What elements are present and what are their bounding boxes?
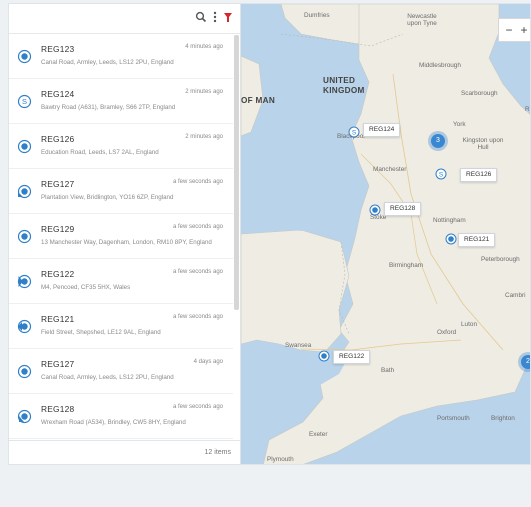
vehicle-list-item[interactable]: S REG124 2 minutes ago Bawtry Road (A631), … [9,80,233,124]
last-update-time: 4 days ago [193,359,223,365]
place-york: York [453,121,466,128]
marker-reg126-icon[interactable]: S [435,168,447,180]
place-swansea: Swansea [285,342,312,349]
search-icon[interactable] [194,10,208,26]
vehicle-registration: REG129 [41,224,75,234]
vehicle-address: Plantation View, Bridlington, YO16 6ZP, … [41,194,174,201]
vehicle-status-icon [17,274,32,289]
place-newcastle: Newcastle upon Tyne [407,13,437,27]
vehicle-list-item[interactable]: REG127 4 days ago Canal Road, Armley, Leed… [9,350,233,394]
marker-reg122-label[interactable]: REG122 [333,350,371,364]
marker-reg128-label[interactable]: REG128 [384,202,422,216]
vehicle-address: Bawtry Road (A631), Bramley, S66 2TP, En… [41,104,176,111]
place-edge-label: Rk [525,106,530,113]
vehicle-registration: REG128 [41,404,75,414]
marker-reg128-icon[interactable] [369,204,381,216]
map-view[interactable]: Dumfries Newcastle upon Tyne Middlesbrou… [241,4,530,464]
app-window: REG123 4 minutes ago Canal Road, Armley, L… [0,0,531,507]
place-birmingham: Birmingham [389,262,424,269]
marker-reg124-label[interactable]: REG124 [363,123,401,137]
marker-reg122-icon[interactable] [318,350,330,362]
vehicle-sidebar: REG123 4 minutes ago Canal Road, Armley, L… [9,4,241,464]
vehicle-status-icon [17,364,32,379]
vehicle-status-icon [17,409,32,424]
svg-text:S: S [439,171,444,178]
vehicle-list-item[interactable]: REG123 4 minutes ago Canal Road, Armley, L… [9,35,233,79]
last-update-time: a few seconds ago [172,179,223,185]
place-bath: Bath [381,367,395,374]
zoom-out-button[interactable]: − [502,22,516,38]
vehicle-status-icon [17,229,32,244]
list-scrollbar[interactable] [234,35,239,310]
place-oxford: Oxford [437,329,457,336]
vehicle-registration: REG127 [41,179,75,189]
country-isle-of-man: OF MAN [241,96,276,105]
place-kingston: Kingston upon Hull [462,137,504,151]
vehicle-list-item[interactable]: REG127 a few seconds ago Plantation View, … [9,170,233,214]
vehicle-registration: REG124 [41,89,75,99]
vehicle-list-item[interactable]: REG128 a few seconds ago Wrexham Road (A53… [9,395,233,439]
vehicle-address: Field Street, Shepshed, LE12 9AL, Englan… [41,329,161,336]
place-cambridge: Cambri [505,292,526,299]
vehicle-registration: REG123 [41,44,75,54]
place-portsmouth: Portsmouth [437,415,470,422]
last-update-time: a few seconds ago [172,314,223,320]
country-uk: UNITED KINGDOM [323,76,365,95]
place-brighton: Brighton [491,415,515,422]
place-peterborough: Peterborough [481,256,520,263]
place-middlesbrough: Middlesbrough [419,62,461,69]
vehicle-status-icon [17,319,32,334]
vehicle-address: M4, Pencoed, CF35 5HX, Wales [41,284,131,291]
vehicle-registration: REG121 [41,314,75,324]
last-update-time: 2 minutes ago [185,134,223,140]
place-luton: Luton [461,321,477,328]
marker-reg124-icon[interactable]: S [348,126,360,138]
vehicle-list-item[interactable]: REG126 2 minutes ago Education Road, Leeds… [9,125,233,169]
cluster-marker-north[interactable]: 3 [431,134,445,148]
vehicle-address: Canal Road, Armley, Leeds, LS12 2PU, Eng… [41,59,174,66]
vehicle-registration: REG127 [41,359,75,369]
last-update-time: a few seconds ago [172,224,223,230]
marker-reg126-label[interactable]: REG126 [460,168,498,182]
cluster-marker-south[interactable]: 2 [521,355,530,369]
vehicle-list-item[interactable]: REG129 a few seconds ago 13 Manchester Way… [9,215,233,259]
place-plymouth: Plymouth [267,456,294,463]
tracking-panel: REG123 4 minutes ago Canal Road, Armley, L… [8,3,531,465]
vehicle-address: 13 Manchester Way, Dagenham, London, RM1… [41,239,212,246]
vehicle-registration: REG126 [41,134,75,144]
last-update-time: 2 minutes ago [185,89,223,95]
vehicle-list-item[interactable]: REG122 a few seconds ago M4, Pencoed, CF35… [9,260,233,304]
vehicle-address: Education Road, Leeds, LS7 2AL, England [41,149,159,156]
vehicle-address: Canal Road, Armley, Leeds, LS12 2PU, Eng… [41,374,174,381]
place-dumfries: Dumfries [304,12,330,19]
zoom-in-button[interactable]: + [517,22,530,38]
vehicle-status-icon: S [17,94,32,109]
place-exeter: Exeter [309,431,328,438]
vehicle-status-icon [17,184,32,199]
list-toolbar [9,4,241,34]
vehicle-status-icon [17,49,32,64]
vehicle-status-icon [17,139,32,154]
item-count: 12 items [204,449,231,456]
vehicle-list: REG123 4 minutes ago Canal Road, Armley, L… [9,35,233,440]
place-scarborough: Scarborough [461,90,498,97]
kebab-menu-icon[interactable] [208,10,222,26]
vehicle-address: Wrexham Road (A534), Brindley, CW5 8HY, … [41,419,186,426]
marker-reg121-label[interactable]: REG121 [458,233,496,247]
vehicle-list-item[interactable]: REG121 a few seconds ago Field Street, She… [9,305,233,349]
place-nottingham: Nottingham [433,217,466,224]
vehicle-registration: REG122 [41,269,75,279]
svg-text:S: S [352,129,357,136]
list-footer: 12 items [9,440,241,464]
last-update-time: a few seconds ago [172,404,223,410]
filter-icon[interactable] [221,10,235,26]
zoom-control: − + [498,18,530,42]
last-update-time: a few seconds ago [172,269,223,275]
svg-text:S: S [22,97,27,106]
marker-reg121-icon[interactable] [445,233,457,245]
place-manchester: Manchester [373,166,407,173]
last-update-time: 4 minutes ago [185,44,223,50]
